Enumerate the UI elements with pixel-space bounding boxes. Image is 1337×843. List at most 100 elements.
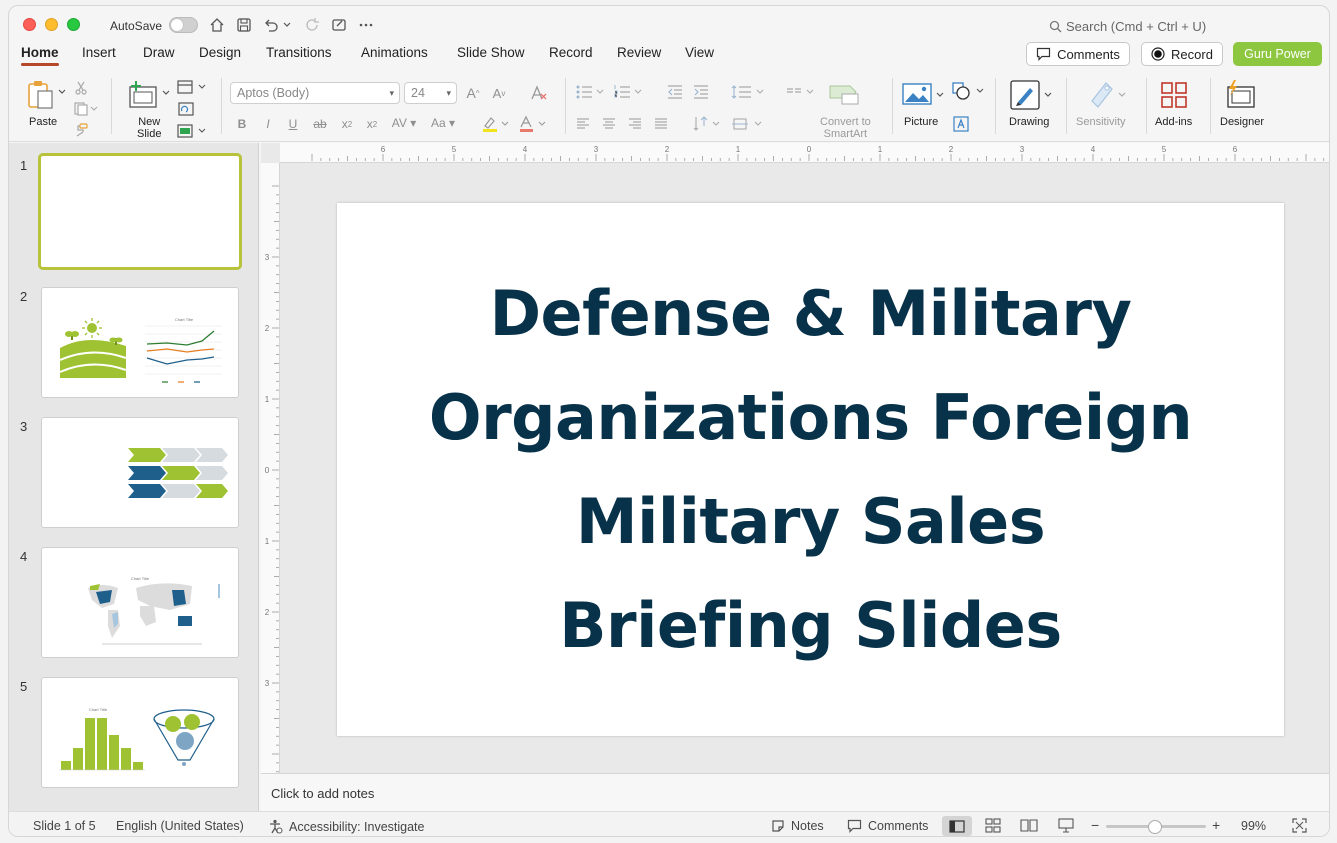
align-left-icon[interactable] xyxy=(575,116,591,132)
slide-thumbnail-1[interactable] xyxy=(38,153,242,270)
underline-icon[interactable]: U xyxy=(286,116,300,132)
search-box[interactable]: Search (Cmd + Ctrl + U) xyxy=(1049,19,1206,34)
ribbon-separator xyxy=(1066,78,1067,134)
slide-thumbnail-4[interactable]: Chart Title xyxy=(41,547,239,658)
save-icon[interactable] xyxy=(234,15,254,35)
slide-thumbnail-panel[interactable]: 1 2 Chart Title 3 4 Chart Title 5 Chart … xyxy=(9,143,259,811)
comments-button[interactable]: Comments xyxy=(1026,42,1130,66)
slide-title[interactable]: Defense & Military Organizations Foreign… xyxy=(401,262,1221,678)
align-right-icon[interactable] xyxy=(627,116,643,132)
align-center-icon[interactable] xyxy=(601,116,617,132)
accessibility-status[interactable]: Accessibility: Investigate xyxy=(268,819,424,834)
columns-icon[interactable] xyxy=(785,83,817,101)
guru-power-button[interactable]: Guru Power xyxy=(1233,42,1322,66)
slide-thumbnail-3[interactable] xyxy=(41,417,239,528)
font-name-dropdown[interactable]: Aptos (Body) ▾ xyxy=(230,82,400,104)
reset-slide-icon[interactable] xyxy=(177,101,195,117)
zoom-level[interactable]: 99% xyxy=(1241,819,1266,833)
zoom-slider-handle[interactable] xyxy=(1148,820,1162,834)
drawing-dropdown-icon[interactable] xyxy=(1043,90,1053,100)
redo-icon[interactable] xyxy=(302,15,322,35)
convert-to-smartart-icon[interactable] xyxy=(827,82,861,106)
tab-animations[interactable]: Animations xyxy=(361,45,428,60)
shapes-icon[interactable] xyxy=(951,81,987,101)
line-spacing-icon[interactable] xyxy=(731,83,767,101)
notes-button[interactable]: Notes xyxy=(771,819,824,833)
slide-thumbnail-2[interactable]: Chart Title xyxy=(41,287,239,398)
decrease-indent-icon[interactable] xyxy=(666,83,684,101)
undo-dropdown-icon[interactable] xyxy=(281,15,293,35)
font-color-icon[interactable] xyxy=(518,114,548,134)
picture-dropdown-icon[interactable] xyxy=(935,90,945,100)
ribbon-tabs: Home Insert Draw Design Transitions Anim… xyxy=(9,43,1329,69)
close-window-button[interactable] xyxy=(23,18,36,31)
tab-draw[interactable]: Draw xyxy=(143,45,175,60)
superscript-icon[interactable]: x2 xyxy=(339,116,355,132)
increase-font-size-icon[interactable]: A ^ xyxy=(463,84,483,102)
zoom-out-button[interactable]: − xyxy=(1091,817,1099,833)
text-direction-icon[interactable] xyxy=(693,115,723,133)
home-icon[interactable] xyxy=(207,15,227,35)
zoom-window-button[interactable] xyxy=(67,18,80,31)
change-case-icon[interactable]: Aa ▾ xyxy=(427,114,459,132)
language-status[interactable]: English (United States) xyxy=(116,819,244,833)
decrease-font-size-icon[interactable]: Av xyxy=(489,84,509,102)
undo-icon[interactable] xyxy=(261,15,281,35)
numbering-icon[interactable] xyxy=(613,83,645,101)
subscript-icon[interactable]: x2 xyxy=(364,116,380,132)
align-text-icon[interactable] xyxy=(731,115,767,133)
tab-home[interactable]: Home xyxy=(21,45,59,66)
picture-icon[interactable] xyxy=(901,80,933,108)
new-slide-icon[interactable] xyxy=(126,78,160,112)
slide-sorter-button[interactable] xyxy=(985,818,1001,836)
slide-editor[interactable]: 6 5 4 3 2 1 0 1 2 3 4 5 6 3 2 1 0 1 2 3 Defense & Military… xyxy=(261,143,1329,773)
copy-icon[interactable] xyxy=(73,101,99,117)
tab-insert[interactable]: Insert xyxy=(82,45,116,60)
tab-design[interactable]: Design xyxy=(199,45,241,60)
designer-icon[interactable] xyxy=(1223,78,1257,110)
status-comments-button[interactable]: Comments xyxy=(847,819,928,833)
font-size-dropdown[interactable]: 24 ▾ xyxy=(404,82,457,104)
slide-show-button[interactable] xyxy=(1057,818,1075,836)
format-painter-icon[interactable] xyxy=(73,122,89,138)
normal-view-button[interactable] xyxy=(942,816,972,836)
character-spacing-icon[interactable]: AV ▾ xyxy=(389,114,419,132)
bullets-icon[interactable] xyxy=(575,83,607,101)
zoom-slider[interactable] xyxy=(1106,820,1206,834)
tab-review[interactable]: Review xyxy=(617,45,661,60)
zoom-in-button[interactable]: + xyxy=(1212,817,1220,833)
tab-slide-show[interactable]: Slide Show xyxy=(457,45,525,60)
increase-indent-icon[interactable] xyxy=(692,83,710,101)
bold-icon[interactable]: B xyxy=(235,116,249,132)
autosave-toggle[interactable] xyxy=(169,17,198,33)
reading-view-button[interactable] xyxy=(1020,818,1038,836)
paste-dropdown-icon[interactable] xyxy=(57,87,67,97)
slide-thumbnail-5[interactable]: Chart Title xyxy=(41,677,239,788)
sensitivity-dropdown-icon[interactable] xyxy=(1117,90,1127,100)
highlight-color-icon[interactable] xyxy=(481,114,511,134)
fit-to-window-button[interactable] xyxy=(1292,818,1307,836)
drawing-icon[interactable] xyxy=(1009,79,1041,111)
paste-icon[interactable] xyxy=(23,78,59,112)
minimize-window-button[interactable] xyxy=(45,18,58,31)
thumbnail-number: 2 xyxy=(20,289,28,304)
tab-view[interactable]: View xyxy=(685,45,714,60)
justify-icon[interactable] xyxy=(653,116,669,132)
present-icon[interactable] xyxy=(329,15,349,35)
add-ins-icon[interactable] xyxy=(1159,80,1189,110)
text-box-icon[interactable] xyxy=(951,114,971,134)
more-options-icon[interactable] xyxy=(356,15,376,35)
section-icon[interactable] xyxy=(177,123,207,139)
cut-icon[interactable] xyxy=(73,80,89,96)
sensitivity-icon[interactable] xyxy=(1087,78,1117,110)
italic-icon[interactable]: I xyxy=(261,116,275,132)
new-slide-dropdown-icon[interactable] xyxy=(161,88,171,98)
current-slide[interactable]: Defense & Military Organizations Foreign… xyxy=(337,203,1284,736)
strikethrough-icon[interactable]: ab xyxy=(311,116,329,132)
clear-formatting-icon[interactable] xyxy=(529,84,549,102)
tab-transitions[interactable]: Transitions xyxy=(266,45,332,60)
layout-icon[interactable] xyxy=(177,79,207,95)
notes-pane[interactable]: Click to add notes xyxy=(261,773,1329,811)
record-button[interactable]: Record xyxy=(1141,42,1223,66)
tab-record[interactable]: Record xyxy=(549,45,593,60)
